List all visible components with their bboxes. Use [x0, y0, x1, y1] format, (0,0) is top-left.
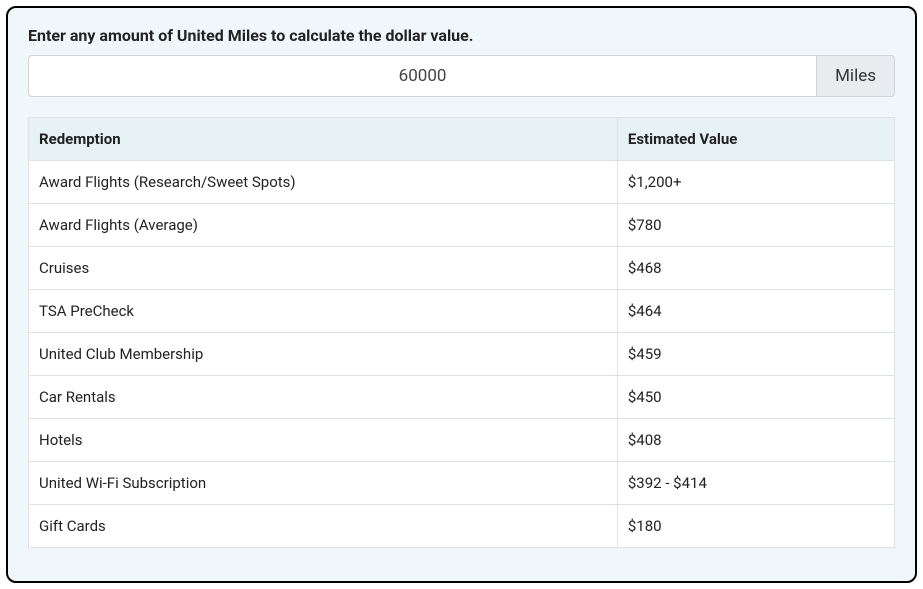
cell-redemption: United Wi-Fi Subscription: [29, 462, 618, 505]
cell-value: $459: [617, 333, 894, 376]
header-value: Estimated Value: [617, 118, 894, 161]
input-group: Miles: [28, 55, 895, 97]
cell-value: $468: [617, 247, 894, 290]
table-row: United Wi-Fi Subscription $392 - $414: [29, 462, 895, 505]
cell-redemption: Award Flights (Average): [29, 204, 618, 247]
table-row: Car Rentals $450: [29, 376, 895, 419]
cell-value: $392 - $414: [617, 462, 894, 505]
miles-addon-label: Miles: [816, 55, 895, 97]
cell-redemption: Hotels: [29, 419, 618, 462]
cell-value: $450: [617, 376, 894, 419]
table-row: Award Flights (Research/Sweet Spots) $1,…: [29, 161, 895, 204]
table-row: Award Flights (Average) $780: [29, 204, 895, 247]
prompt-text: Enter any amount of United Miles to calc…: [28, 26, 895, 45]
cell-value: $408: [617, 419, 894, 462]
cell-redemption: Award Flights (Research/Sweet Spots): [29, 161, 618, 204]
table-row: Hotels $408: [29, 419, 895, 462]
cell-redemption: TSA PreCheck: [29, 290, 618, 333]
cell-value: $1,200+: [617, 161, 894, 204]
calculator-panel: Enter any amount of United Miles to calc…: [6, 6, 917, 583]
header-redemption: Redemption: [29, 118, 618, 161]
cell-value: $780: [617, 204, 894, 247]
cell-redemption: Gift Cards: [29, 505, 618, 548]
miles-input[interactable]: [28, 55, 816, 97]
table-body: Award Flights (Research/Sweet Spots) $1,…: [29, 161, 895, 548]
cell-value: $180: [617, 505, 894, 548]
cell-redemption: Car Rentals: [29, 376, 618, 419]
table-row: TSA PreCheck $464: [29, 290, 895, 333]
table-row: Cruises $468: [29, 247, 895, 290]
table-row: United Club Membership $459: [29, 333, 895, 376]
cell-value: $464: [617, 290, 894, 333]
table-row: Gift Cards $180: [29, 505, 895, 548]
cell-redemption: United Club Membership: [29, 333, 618, 376]
cell-redemption: Cruises: [29, 247, 618, 290]
redemption-table: Redemption Estimated Value Award Flights…: [28, 117, 895, 548]
